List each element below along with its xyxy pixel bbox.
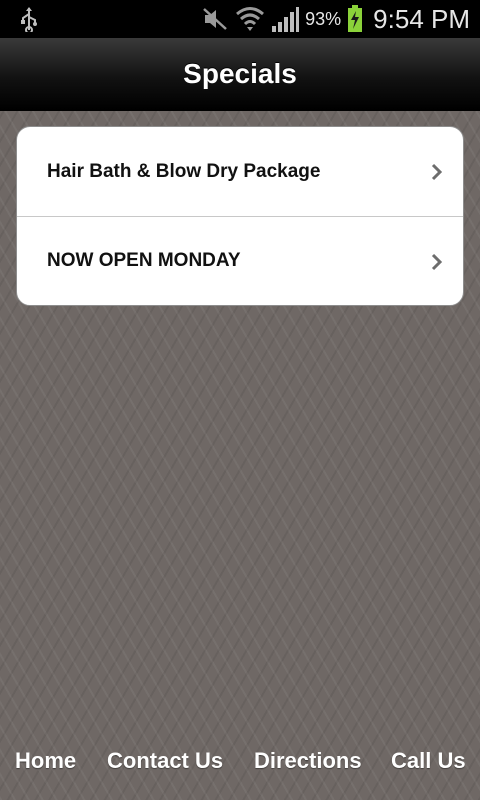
status-bar: 93% 9:54 PM (0, 0, 480, 38)
nav-contact-link[interactable]: Contact Us (107, 748, 223, 774)
title-bar: Specials (0, 38, 480, 111)
nav-call-link[interactable]: Call Us (391, 748, 466, 774)
list-item-label: Hair Bath & Blow Dry Package (47, 160, 321, 182)
bottom-nav: Home Contact Us Directions Call Us (0, 720, 480, 800)
list-item-label: NOW OPEN MONDAY (47, 250, 241, 271)
list-item[interactable]: NOW OPEN MONDAY (17, 216, 463, 305)
wifi-icon (236, 7, 265, 31)
page-title: Specials (183, 58, 297, 89)
mute-icon (203, 8, 227, 30)
usb-icon (21, 7, 37, 32)
signal-icon (272, 7, 300, 32)
specials-list: Hair Bath & Blow Dry Package NOW OPEN MO… (16, 126, 464, 306)
battery-percent: 93% (305, 8, 342, 29)
chevron-right-icon (431, 253, 443, 271)
nav-directions-link[interactable]: Directions (254, 748, 362, 774)
chevron-right-icon (431, 163, 443, 181)
list-item[interactable]: Hair Bath & Blow Dry Package (17, 127, 463, 216)
nav-home-link[interactable]: Home (15, 748, 76, 774)
battery-charging-icon (348, 5, 363, 32)
clock: 9:54 PM (373, 3, 470, 34)
